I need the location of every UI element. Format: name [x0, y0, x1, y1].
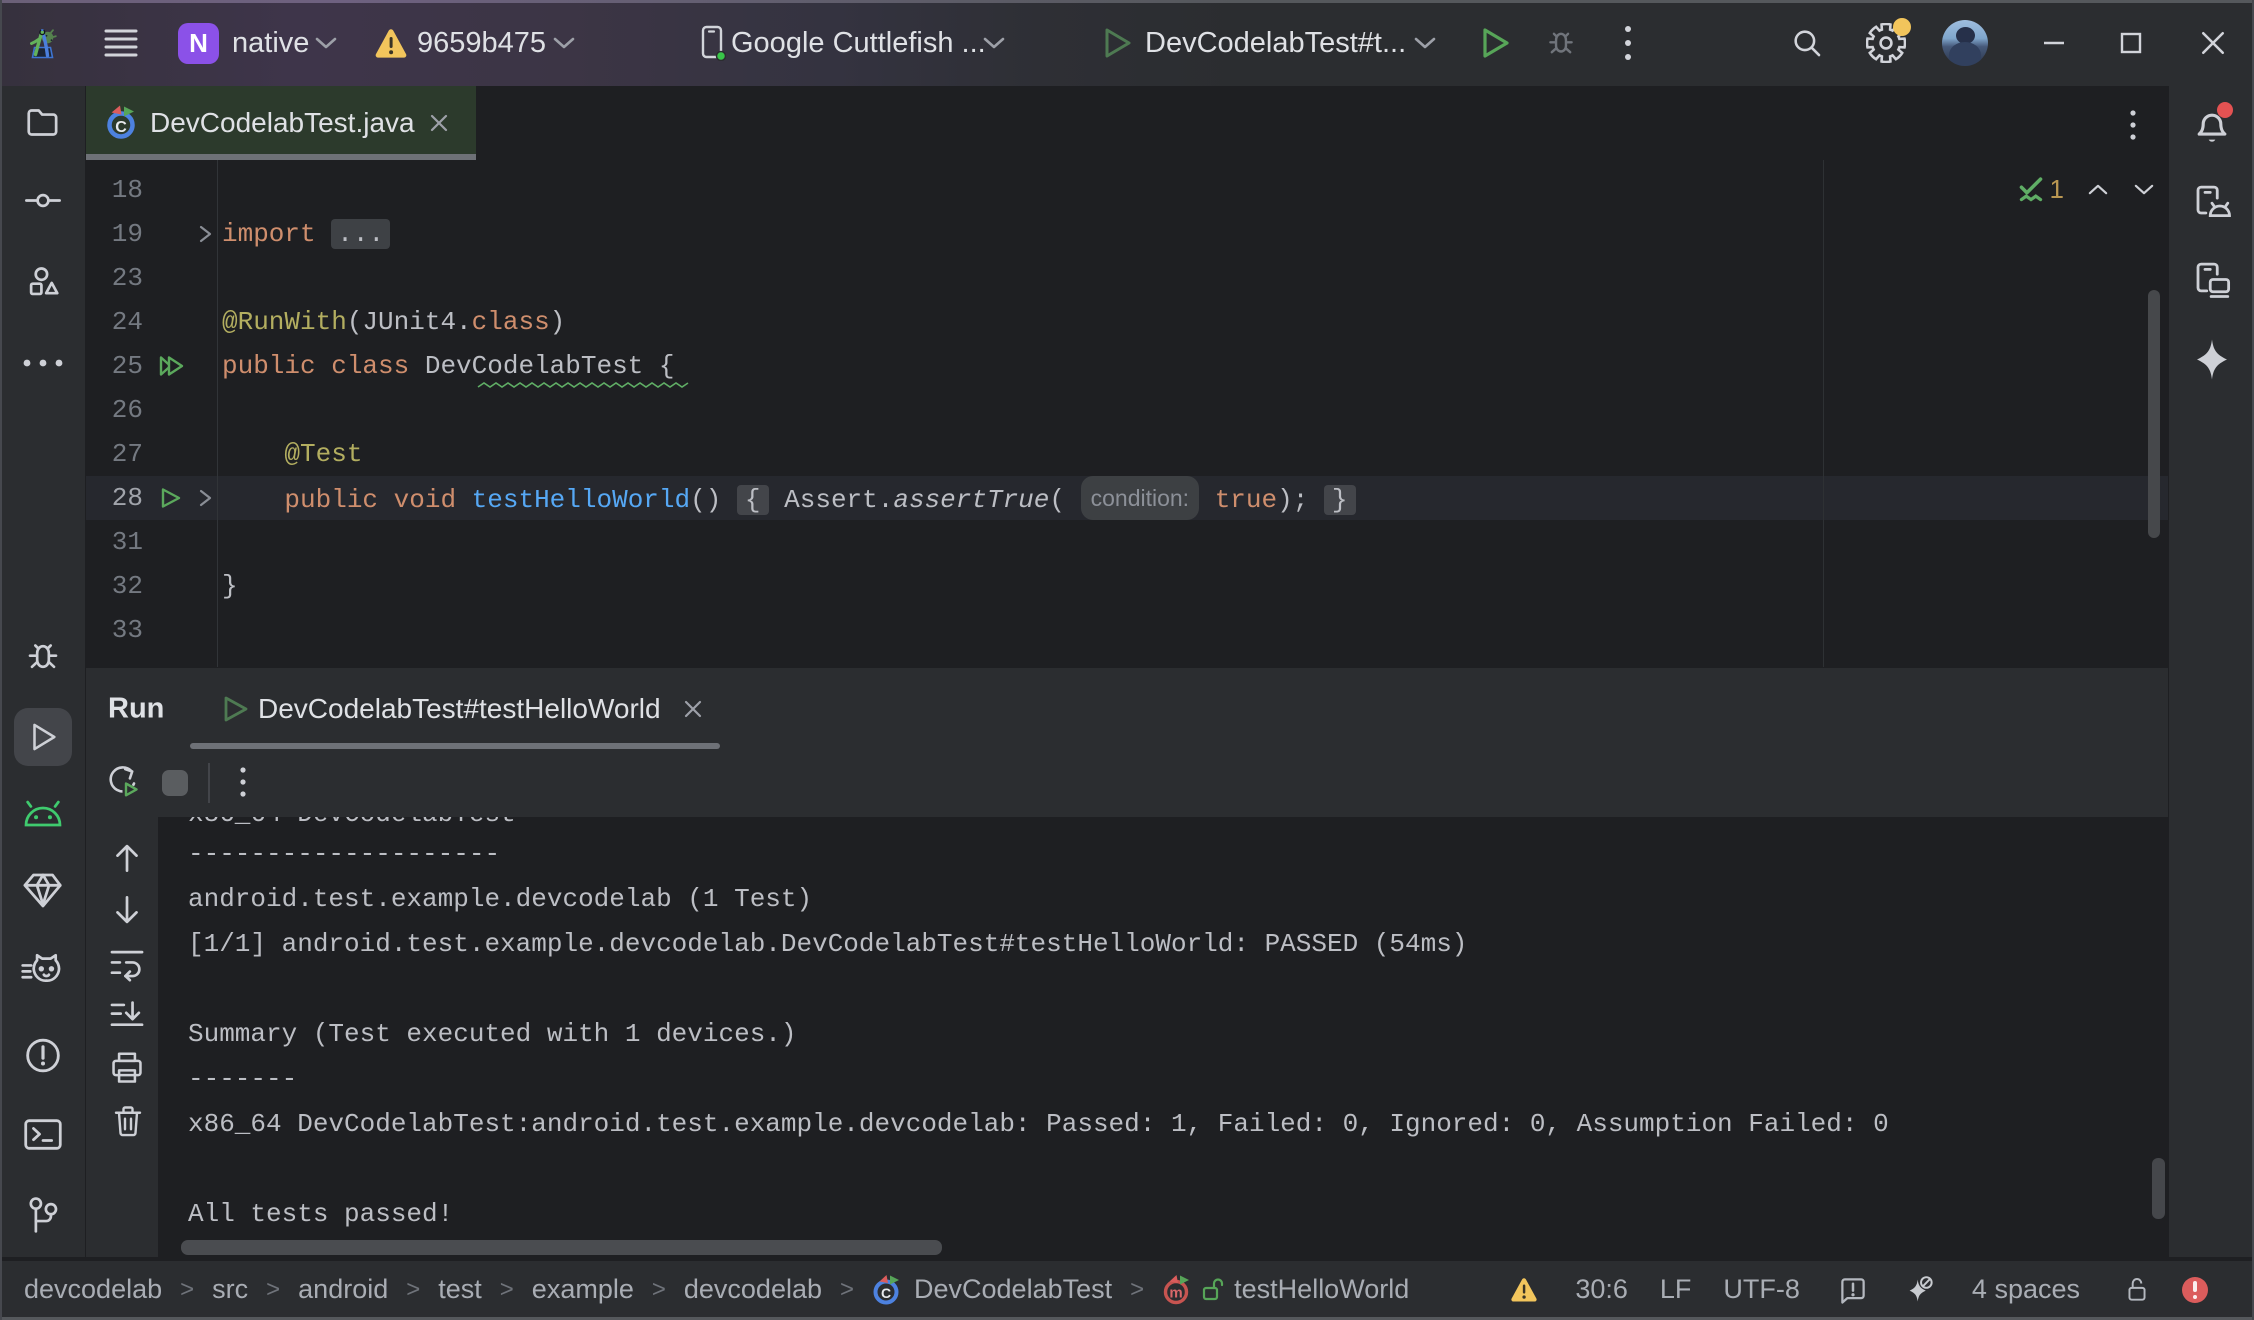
svg-text:m: m	[1169, 1284, 1182, 1301]
svg-text:C: C	[881, 1285, 891, 1301]
svg-text:C: C	[115, 119, 127, 136]
